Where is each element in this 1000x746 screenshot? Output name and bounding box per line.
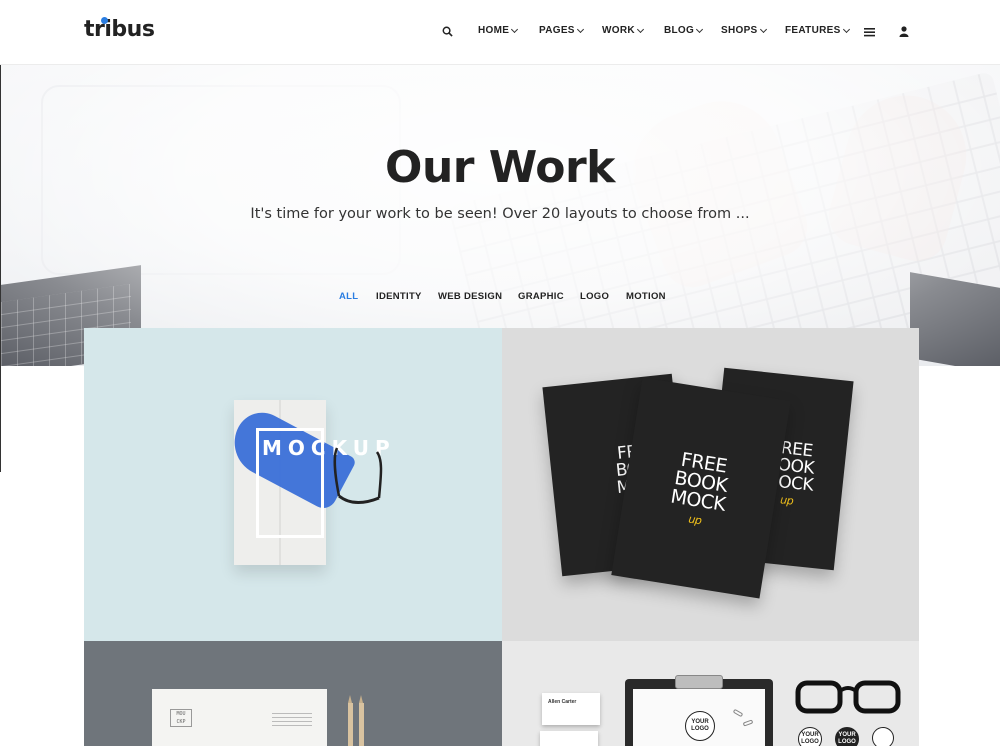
clipboard-clip xyxy=(675,675,723,689)
chevron-down-icon xyxy=(576,25,584,33)
filter-motion[interactable]: MOTION xyxy=(626,291,666,302)
page-subtitle: It's time for your work to be seen! Over… xyxy=(250,206,750,222)
filter-all[interactable]: ALL xyxy=(339,291,358,302)
logo-dot xyxy=(101,17,108,24)
business-card: Allen Carter xyxy=(542,693,600,725)
envelope-address-lines xyxy=(272,713,312,714)
site-header: tribus HOME PAGES WORK BLOG SHOPS FEATUR… xyxy=(0,0,1000,65)
clipboard-paper: YOUR LOGO xyxy=(633,689,765,746)
logo-stamp: YOUR LOGO xyxy=(685,711,715,741)
logo-badge xyxy=(872,727,894,746)
search-icon[interactable] xyxy=(442,26,453,37)
portfolio-item-mockup-paper[interactable]: MOCKUP xyxy=(84,328,502,641)
nav-item-work[interactable]: WORK xyxy=(602,25,644,36)
chevron-down-icon xyxy=(696,25,704,33)
mockup-text: MOCKUP xyxy=(262,436,390,461)
pencil-image xyxy=(359,695,364,746)
pencil-image xyxy=(348,695,353,746)
filter-graphic[interactable]: GRAPHIC xyxy=(518,291,564,302)
chevron-down-icon xyxy=(636,25,644,33)
user-icon[interactable] xyxy=(899,26,909,37)
menu-icon[interactable] xyxy=(864,27,875,37)
site-logo[interactable]: tribus xyxy=(84,17,155,42)
portfolio-item-stationery[interactable]: MOU CKP xyxy=(84,641,502,746)
envelope-logo: MOU CKP xyxy=(170,709,192,727)
paperclip-icon xyxy=(732,708,744,718)
filter-logo[interactable]: LOGO xyxy=(580,291,609,302)
filter-web-design[interactable]: WEB DESIGN xyxy=(438,291,502,302)
logo-badge: YOUR LOGO xyxy=(835,727,859,746)
nav-item-features[interactable]: FEATURES xyxy=(785,25,850,36)
clipboard-mockup: YOUR LOGO xyxy=(625,675,773,746)
paperclip-icon xyxy=(742,719,754,727)
nav-item-pages[interactable]: PAGES xyxy=(539,25,584,36)
portfolio-item-book-mockup[interactable]: FREE BOOK MOCKup FREE BOOK MOCKup FREE B… xyxy=(502,328,919,641)
glasses-image xyxy=(795,680,901,714)
page: tribus HOME PAGES WORK BLOG SHOPS FEATUR… xyxy=(0,0,1000,746)
left-edge-line xyxy=(0,0,1,472)
filter-identity[interactable]: IDENTITY xyxy=(376,291,422,302)
glasses-image xyxy=(333,447,383,504)
page-title: Our Work xyxy=(385,142,615,193)
nav-item-home[interactable]: HOME xyxy=(478,25,519,36)
business-card-name: Allen Carter xyxy=(548,699,577,705)
chevron-down-icon xyxy=(842,25,850,33)
business-card xyxy=(540,731,598,746)
chevron-down-icon xyxy=(759,25,767,33)
book-cover: FREE BOOK MOCKup xyxy=(611,377,791,599)
envelope-mockup: MOU CKP xyxy=(152,689,327,746)
portfolio-item-branding-kit[interactable]: Allen Carter YOUR LOGO YOUR LOGO YOUR LO… xyxy=(502,641,919,746)
nav-item-blog[interactable]: BLOG xyxy=(664,25,704,36)
portfolio-filters: ALL IDENTITY WEB DESIGN GRAPHIC LOGO MOT… xyxy=(0,291,1000,305)
chevron-down-icon xyxy=(511,25,519,33)
book-cover-text: FREE BOOK MOCKup xyxy=(669,448,729,528)
nav-item-shops[interactable]: SHOPS xyxy=(721,25,767,36)
logo-badge: YOUR LOGO xyxy=(798,727,822,746)
